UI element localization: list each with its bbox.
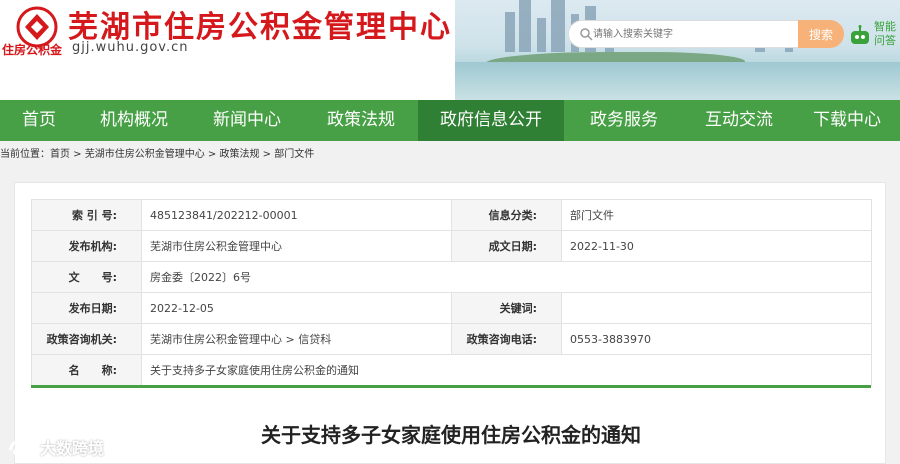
publisher-label: 发布机构: [31, 230, 142, 262]
nav-item-gov-info[interactable]: 政府信息公开 [418, 100, 564, 141]
nav-item-news[interactable]: 新闻中心 [190, 100, 304, 141]
doc-number-value: 房金委〔2022〕6号 [141, 261, 872, 293]
doc-name-label: 名 称: [31, 354, 142, 386]
created-date-label: 成文日期: [451, 230, 562, 262]
publisher-value: 芜湖市住房公积金管理中心 [141, 230, 452, 262]
nav-item-downloads[interactable]: 下载中心 [794, 100, 900, 141]
table-row: 发布日期: 2022-12-05 关键词: [31, 292, 872, 324]
table-row: 名 称: 关于支持多子女家庭使用住房公积金的通知 [31, 354, 872, 386]
watermark-logo-icon [8, 440, 34, 455]
consult-phone-value: 0553-3883970 [561, 323, 872, 355]
nav-item-interaction[interactable]: 互动交流 [684, 100, 794, 141]
breadcrumb-center[interactable]: 芜湖市住房公积金管理中心 [85, 149, 205, 160]
main-nav: 首页 机构概况 新闻中心 政策法规 政府信息公开 政务服务 互动交流 下载中心 [0, 100, 900, 141]
search-box [568, 20, 800, 48]
site-header: 芜湖市住房公积金管理中心 gjj.wuhu.gov.cn 住房公积金 搜索 智能… [0, 0, 900, 100]
breadcrumb-dept-docs[interactable]: 部门文件 [274, 149, 314, 160]
document-title: 关于支持多子女家庭使用住房公积金的通知 [261, 423, 641, 447]
search-icon [580, 28, 593, 41]
breadcrumb-prefix: 当前位置： [0, 149, 50, 160]
keywords-value [561, 292, 872, 324]
created-date-value: 2022-11-30 [561, 230, 872, 262]
site-url: gjj.wuhu.gov.cn [72, 40, 189, 55]
category-label: 信息分类: [451, 199, 562, 231]
nav-item-services[interactable]: 政务服务 [564, 100, 684, 141]
robot-icon[interactable] [848, 24, 872, 48]
smart-qa-link[interactable]: 智能问答 [874, 20, 900, 48]
divider [31, 385, 871, 388]
consult-org-label: 政策咨询机关: [31, 323, 142, 355]
category-value: 部门文件 [561, 199, 872, 231]
breadcrumb-separator: > [70, 149, 85, 160]
doc-name-value: 关于支持多子女家庭使用住房公积金的通知 [141, 354, 872, 386]
table-row: 文 号: 房金委〔2022〕6号 [31, 261, 872, 293]
index-value: 485123841/202212-00001 [141, 199, 452, 231]
breadcrumb-separator: > [204, 149, 220, 160]
index-label: 索 引 号: [31, 199, 142, 231]
nav-item-about[interactable]: 机构概况 [78, 100, 190, 141]
publish-date-label: 发布日期: [31, 292, 142, 324]
table-row: 索 引 号: 485123841/202212-00001 信息分类: 部门文件 [31, 199, 872, 231]
search-input[interactable] [593, 23, 793, 45]
breadcrumb: 当前位置：首页 > 芜湖市住房公积金管理中心 > 政策法规 > 部门文件 [0, 141, 900, 168]
consult-phone-label: 政策咨询电话: [451, 323, 562, 355]
nav-item-policy[interactable]: 政策法规 [304, 100, 418, 141]
content-card: 索 引 号: 485123841/202212-00001 信息分类: 部门文件… [14, 182, 886, 464]
document-metadata-table: 索 引 号: 485123841/202212-00001 信息分类: 部门文件… [31, 199, 872, 386]
table-row: 政策咨询机关: 芜湖市住房公积金管理中心 > 信贷科 政策咨询电话: 0553-… [31, 323, 872, 355]
publish-date-value: 2022-12-05 [141, 292, 452, 324]
consult-org-value: 芜湖市住房公积金管理中心 > 信贷科 [141, 323, 452, 355]
search-button[interactable]: 搜索 [798, 20, 844, 48]
breadcrumb-policy[interactable]: 政策法规 [220, 149, 260, 160]
watermark-text: 大数跨境 [40, 439, 105, 458]
keywords-label: 关键词: [451, 292, 562, 324]
watermark: 大数跨境 [8, 434, 104, 460]
table-row: 发布机构: 芜湖市住房公积金管理中心 成文日期: 2022-11-30 [31, 230, 872, 262]
logo-caption: 住房公积金 [2, 43, 63, 57]
city-banner-image [455, 0, 900, 100]
breadcrumb-home[interactable]: 首页 [50, 149, 70, 160]
nav-item-home[interactable]: 首页 [0, 100, 78, 141]
breadcrumb-separator: > [259, 149, 275, 160]
doc-number-label: 文 号: [31, 261, 142, 293]
